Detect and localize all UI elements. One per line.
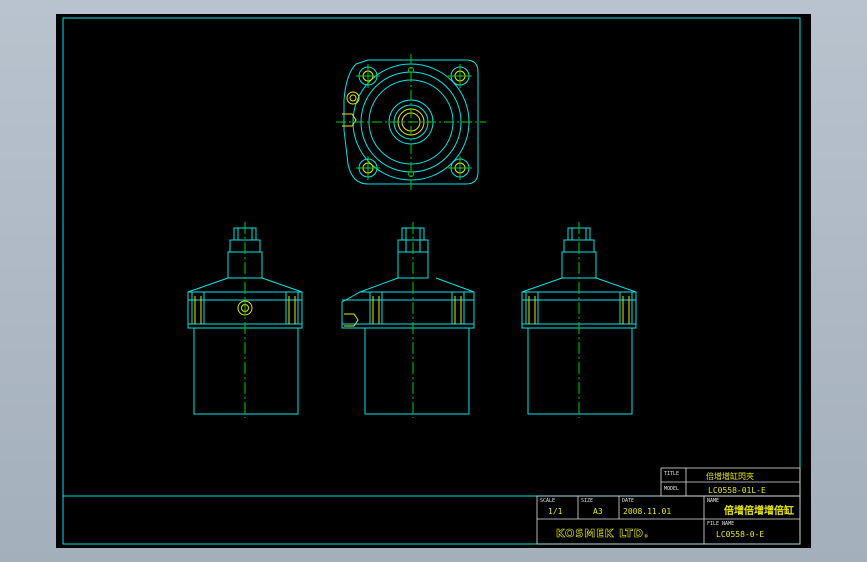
top-view — [336, 54, 486, 190]
company-logo: KOSMEK LTD. — [556, 527, 649, 540]
model-value: LC0558-01L-E — [708, 486, 766, 495]
date-value: 2008.11.01 — [623, 507, 671, 516]
date-label: DATE — [622, 498, 634, 504]
front-view-left — [187, 222, 303, 418]
cad-drawing: TITLE 倍增增缸閃夾 MODEL LC0558-01L-E SCALE 1/… — [62, 17, 801, 545]
scale-value: 1/1 — [548, 507, 563, 516]
title-label: TITLE — [664, 471, 679, 477]
name-value: 倍增倍增增倍缸 — [724, 504, 794, 517]
size-label: SIZE — [581, 498, 593, 504]
title-value: 倍增增缸閃夾 — [706, 471, 754, 481]
sheet-border — [62, 17, 801, 545]
scale-label: SCALE — [540, 498, 555, 504]
drawing-canvas[interactable]: TITLE 倍增增缸閃夾 MODEL LC0558-01L-E SCALE 1/… — [56, 14, 811, 548]
front-view-middle — [341, 222, 475, 418]
model-label: MODEL — [664, 486, 679, 492]
front-view-right — [521, 222, 637, 418]
file-name-label: FILE NAME — [707, 521, 734, 527]
name-label: NAME — [707, 498, 719, 504]
file-name-value: LC0558-0-E — [716, 530, 764, 539]
size-value: A3 — [593, 507, 603, 516]
